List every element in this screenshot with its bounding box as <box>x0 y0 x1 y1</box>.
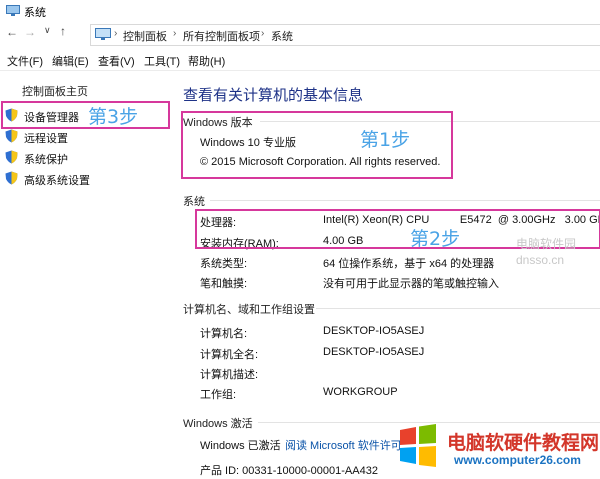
workgroup-label: 工作组: <box>200 389 237 401</box>
chevron-right-icon: › <box>261 28 265 39</box>
menu-tools[interactable]: 工具(T) <box>144 53 180 69</box>
control-panel-icon <box>95 28 111 40</box>
section-divider <box>258 422 600 423</box>
shield-icon <box>5 171 18 185</box>
pen-touch-label: 笔和触摸: <box>200 278 248 290</box>
breadcrumb-system[interactable]: 系统 <box>271 28 293 44</box>
title-bar: 系统 <box>0 0 600 23</box>
recent-dropdown-icon[interactable]: ∨ <box>44 25 51 36</box>
section-activation: Windows 激活 <box>183 418 253 430</box>
description-label: 计算机描述: <box>200 369 259 381</box>
section-divider <box>316 308 600 309</box>
sidebar: 控制面板主页 设备管理器 远程设置 系统保护 高级系统设置 <box>0 71 170 479</box>
step3-label: 第3步 <box>88 106 139 128</box>
system-type-label: 系统类型: <box>200 258 248 270</box>
back-arrow-icon[interactable]: ← <box>6 25 18 39</box>
section-system: 系统 <box>183 196 205 208</box>
section-divider <box>210 200 600 201</box>
sidebar-item-system-protection[interactable]: 系统保护 <box>24 151 68 167</box>
address-field[interactable]: › 控制面板 › 所有控制面板项 › 系统 <box>90 24 600 46</box>
menu-file[interactable]: 文件(F) <box>7 53 43 69</box>
step1-highlight-box <box>181 111 453 179</box>
sidebar-item-advanced-settings[interactable]: 高级系统设置 <box>24 172 90 188</box>
shield-icon <box>5 129 18 143</box>
step1-label: 第1步 <box>360 129 411 151</box>
pen-touch-value: 没有可用于此显示器的笔或触控输入 <box>323 278 499 290</box>
shield-icon <box>5 150 18 164</box>
step2-label: 第2步 <box>410 228 461 250</box>
computer-name-label: 计算机名: <box>200 328 248 340</box>
chevron-right-icon: › <box>173 28 177 39</box>
menu-edit[interactable]: 编辑(E) <box>52 53 89 69</box>
menu-view[interactable]: 查看(V) <box>98 53 135 69</box>
up-arrow-icon[interactable]: ↑ <box>60 24 66 38</box>
system-window-icon <box>6 5 20 16</box>
breadcrumb-all-items[interactable]: 所有控制面板项 <box>183 28 260 44</box>
corner-watermark-text: 电脑软件园 dnsso.cn <box>516 237 577 267</box>
window-title: 系统 <box>24 7 46 19</box>
breadcrumb-control-panel[interactable]: 控制面板 <box>123 28 167 44</box>
menu-bar: 文件(F) 编辑(E) 查看(V) 工具(T) 帮助(H) <box>0 49 600 69</box>
chevron-right-icon: › <box>114 28 118 39</box>
full-name-value: DESKTOP-IO5ASEJ <box>323 346 425 358</box>
brand-watermark-url: www.computer26.com <box>454 453 581 467</box>
activation-status: Windows 已激活 <box>200 440 281 452</box>
license-terms-link[interactable]: 阅读 Microsoft 软件许可 <box>285 437 402 453</box>
full-name-label: 计算机全名: <box>200 349 259 361</box>
sidebar-item-remote-settings[interactable]: 远程设置 <box>24 130 68 146</box>
corner-watermark: 电脑软件园 dnsso.cn <box>516 236 596 272</box>
brand-watermark-title: 电脑软硬件教程网 <box>447 432 600 454</box>
workgroup-value: WORKGROUP <box>323 386 398 398</box>
system-type-value: 64 位操作系统，基于 x64 的处理器 <box>323 258 495 270</box>
menu-help[interactable]: 帮助(H) <box>188 53 225 69</box>
step3-highlight-box <box>1 101 170 129</box>
forward-arrow-icon[interactable]: → <box>24 25 36 39</box>
page-title: 查看有关计算机的基本信息 <box>183 87 364 104</box>
windows-logo-icon <box>400 424 436 467</box>
sidebar-home-link[interactable]: 控制面板主页 <box>22 83 88 99</box>
computer-name-value: DESKTOP-IO5ASEJ <box>323 325 425 337</box>
product-id: 产品 ID: 00331-10000-00001-AA432 <box>200 465 378 477</box>
section-computer-name: 计算机名、域和工作组设置 <box>183 304 315 316</box>
